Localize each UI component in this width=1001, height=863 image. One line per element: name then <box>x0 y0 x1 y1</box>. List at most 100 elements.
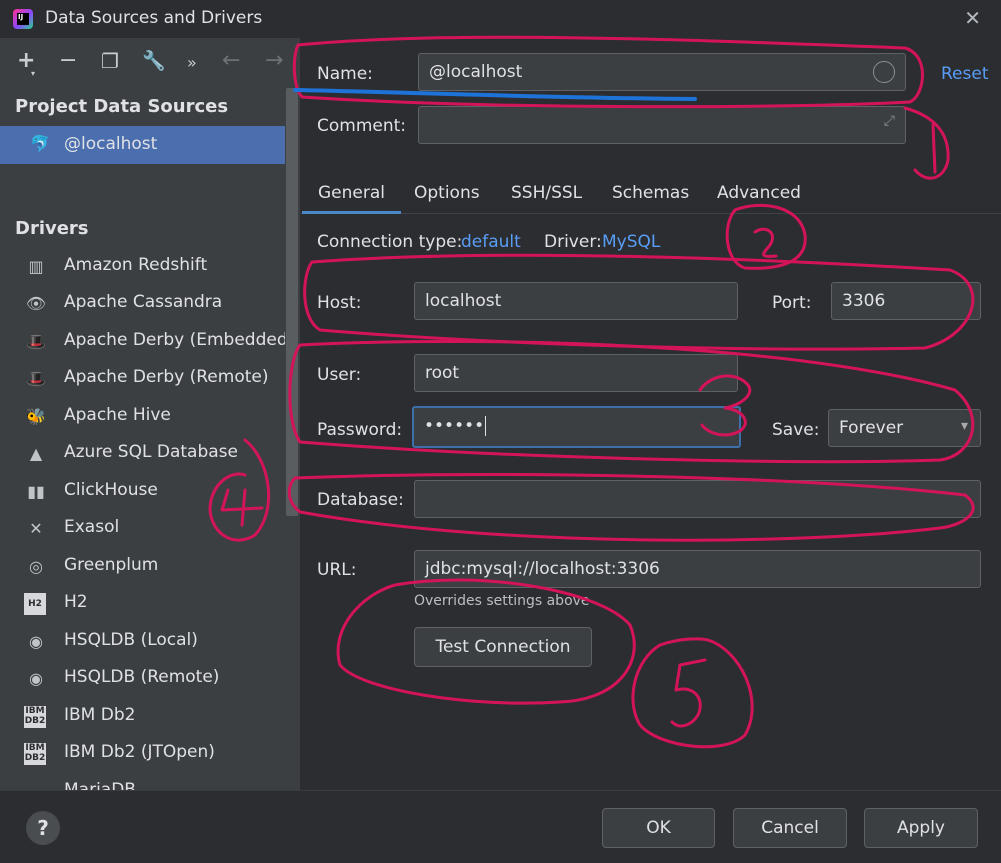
driver-label: Apache Derby (Embedded) <box>64 330 295 350</box>
driver-item[interactable]: ▲ Azure SQL Database <box>0 435 290 472</box>
url-input[interactable]: jdbc:mysql://localhost:3306 <box>414 550 981 588</box>
driver-label: Apache Cassandra <box>64 292 223 312</box>
tab-schemas[interactable]: Schemas <box>596 178 705 214</box>
database-label: Database: <box>317 490 404 510</box>
password-label: Password: <box>317 420 403 440</box>
password-value: •••••• <box>424 416 485 436</box>
azure-icon: ▲ <box>29 444 43 463</box>
driver-item[interactable]: 👁 Apache Cassandra <box>0 285 290 322</box>
driver-item[interactable]: ▥ Amazon Redshift <box>0 248 290 285</box>
driver-label: MariaDB <box>64 780 136 790</box>
driver-item[interactable]: ~ MariaDB <box>0 773 290 790</box>
connection-type-link[interactable]: default <box>461 232 521 252</box>
test-connection-button[interactable]: Test Connection <box>414 627 592 667</box>
save-value: Forever <box>839 418 904 438</box>
mysql-dolphin-icon: 🐬 <box>30 134 50 153</box>
title-bar: IJ Data Sources and Drivers ✕ <box>0 0 1001 38</box>
apply-button[interactable]: Apply <box>864 808 978 848</box>
tab-general[interactable]: General <box>302 178 401 214</box>
drivers-title: Drivers <box>15 218 89 239</box>
driver-item[interactable]: 🎩 Apache Derby (Remote) <box>0 360 290 397</box>
driver-item[interactable]: H2 H2 <box>0 585 290 622</box>
driver-item[interactable]: 🎩 Apache Derby (Embedded) <box>0 323 294 360</box>
ibm-db2-icon: IBM DB2 <box>24 743 46 765</box>
hsqldb-icon: ◉ <box>29 632 43 651</box>
comment-input[interactable]: ⤢ <box>418 106 906 144</box>
driver-item[interactable]: ▮▮ ClickHouse <box>0 473 290 510</box>
intellij-logo-icon: IJ <box>13 9 33 29</box>
driver-link[interactable]: MySQL <box>602 232 660 252</box>
remove-icon[interactable]: − <box>59 50 77 72</box>
driver-label: HSQLDB (Remote) <box>64 667 220 687</box>
save-select[interactable]: Forever ▾ <box>828 409 981 447</box>
port-input[interactable]: 3306 <box>831 282 981 320</box>
name-value: @localhost <box>429 62 523 82</box>
tab-ssh-ssl[interactable]: SSH/SSL <box>495 178 598 214</box>
scrollbar-thumb[interactable] <box>286 88 298 516</box>
left-panel: + ▾ − ❐ 🔧 » ← → Project Data Sources 🐬 @… <box>0 38 300 790</box>
bottom-bar: ? OK Cancel Apply <box>0 790 1001 863</box>
project-data-sources-title: Project Data Sources <box>15 96 229 117</box>
derby-hat-icon: 🎩 <box>26 369 46 388</box>
driver-item[interactable]: ◉ HSQLDB (Local) <box>0 623 290 660</box>
password-input[interactable]: •••••• <box>412 406 741 448</box>
clickhouse-bars-icon: ▮▮ <box>27 482 45 501</box>
h2-icon: H2 <box>24 593 46 615</box>
derby-hat-icon: 🎩 <box>26 332 46 351</box>
comment-label: Comment: <box>317 116 407 136</box>
expand-icon[interactable]: ⤢ <box>884 113 895 129</box>
driver-label: Azure SQL Database <box>64 442 238 462</box>
user-label: User: <box>317 365 362 385</box>
driver-label: H2 <box>64 592 88 612</box>
driver-item[interactable]: ✕ Exasol <box>0 510 290 547</box>
left-toolbar: + ▾ − ❐ 🔧 » ← → <box>0 38 300 88</box>
hive-bee-icon: 🐝 <box>26 407 46 426</box>
driver-label: IBM Db2 (JTOpen) <box>64 742 215 762</box>
driver-label: HSQLDB (Local) <box>64 630 198 650</box>
driver-label: Greenplum <box>64 555 159 575</box>
url-label: URL: <box>317 560 357 580</box>
redshift-icon: ▥ <box>28 257 44 276</box>
copy-icon[interactable]: ❐ <box>101 50 119 72</box>
driver-item[interactable]: IBM DB2 IBM Db2 (JTOpen) <box>0 735 290 772</box>
name-input[interactable]: @localhost <box>418 53 906 91</box>
more-icon[interactable]: » <box>187 52 197 74</box>
name-label: Name: <box>317 64 373 84</box>
forward-arrow-icon[interactable]: → <box>265 50 283 72</box>
close-icon[interactable]: ✕ <box>964 6 981 30</box>
hsqldb-icon: ◉ <box>29 669 43 688</box>
reset-link[interactable]: Reset <box>941 64 989 84</box>
driver-item[interactable]: ◎ Greenplum <box>0 548 290 585</box>
tab-advanced[interactable]: Advanced <box>701 178 817 214</box>
ibm-db2-icon: IBM DB2 <box>24 706 46 728</box>
save-label: Save: <box>772 420 820 440</box>
tab-bar: General Options SSH/SSL Schemas Advanced <box>300 172 1001 214</box>
mariadb-icon: ~ <box>24 781 48 790</box>
cancel-button[interactable]: Cancel <box>733 808 847 848</box>
driver-label: Apache Derby (Remote) <box>64 367 269 387</box>
user-input[interactable]: root <box>414 354 738 392</box>
driver-item[interactable]: ◉ HSQLDB (Remote) <box>0 660 290 697</box>
help-icon[interactable]: ? <box>26 811 60 845</box>
wrench-icon[interactable]: 🔧 <box>142 50 166 72</box>
back-arrow-icon[interactable]: ← <box>222 50 240 72</box>
color-circle-icon[interactable] <box>873 61 895 83</box>
cassandra-eye-icon: 👁 <box>25 294 47 313</box>
url-hint: Overrides settings above <box>414 593 590 609</box>
chevron-down-icon: ▾ <box>31 69 36 78</box>
tab-options[interactable]: Options <box>398 178 496 214</box>
ok-button[interactable]: OK <box>602 808 715 848</box>
chevron-down-icon: ▾ <box>960 418 968 434</box>
driver-label: Exasol <box>64 517 120 537</box>
driver-item[interactable]: 🐝 Apache Hive <box>0 398 290 435</box>
host-input[interactable]: localhost <box>414 282 738 320</box>
greenplum-icon: ◎ <box>29 557 43 576</box>
driver-label: Amazon Redshift <box>64 255 208 275</box>
data-source-item-localhost[interactable]: 🐬 @localhost <box>0 126 296 164</box>
window-title: Data Sources and Drivers <box>45 8 263 28</box>
driver-label: Apache Hive <box>64 405 171 425</box>
driver-label: ClickHouse <box>64 480 158 500</box>
driver-item[interactable]: IBM DB2 IBM Db2 <box>0 698 290 735</box>
database-input[interactable] <box>414 480 981 518</box>
text-cursor <box>485 416 487 436</box>
